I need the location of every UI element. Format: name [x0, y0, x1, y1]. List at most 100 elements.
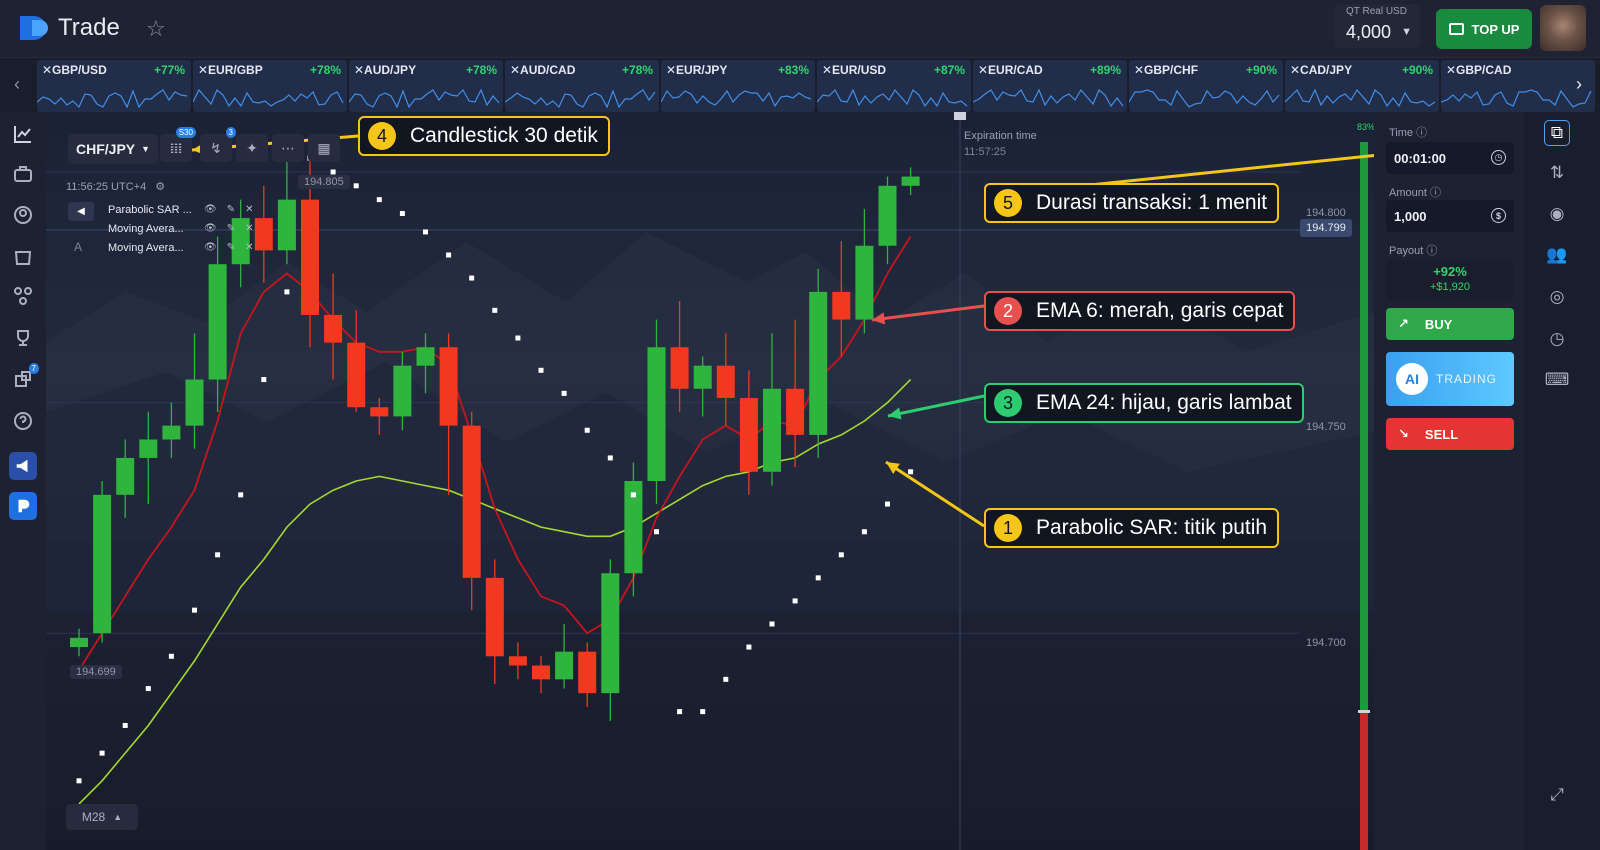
favorite-star-icon[interactable]: ☆: [146, 16, 166, 42]
candle: [855, 208, 874, 334]
asset-tile[interactable]: ✕EUR/USD +87%: [817, 60, 971, 112]
info-icon[interactable]: ⓘ: [1426, 245, 1437, 257]
left-sidebar: 7: [0, 112, 46, 850]
eye-icon[interactable]: 👁: [204, 242, 217, 253]
shop-icon[interactable]: [11, 244, 35, 268]
gear-icon[interactable]: ⚙: [155, 181, 165, 193]
candlestick-type-button[interactable]: 𝍖 S30: [160, 127, 196, 162]
sar-dot: [908, 469, 914, 475]
buy-button[interactable]: ↗ BUY: [1386, 308, 1514, 340]
asset-tile[interactable]: ✕GBP/USD +77%: [37, 60, 191, 112]
remove-icon[interactable]: ✕: [245, 223, 253, 234]
sell-label: SELL: [1424, 426, 1459, 442]
annotation-number: 3: [994, 389, 1022, 417]
payout-label: Payout ⓘ: [1389, 242, 1437, 258]
asset-name: ✕EUR/USD: [822, 63, 887, 77]
sar-dot: [446, 252, 452, 258]
megaphone-icon[interactable]: [9, 452, 37, 480]
asset-name: ✕AUD/CAD: [510, 63, 576, 77]
pair-selector[interactable]: CHF/JPY ▼: [68, 134, 159, 164]
asset-tile[interactable]: ✕AUD/CAD +78%: [505, 60, 659, 112]
edit-icon[interactable]: ✎: [227, 223, 235, 234]
expiration-info: Expiration time 11:57:25: [964, 130, 1037, 158]
annotation-text: EMA 24: hijau, garis lambat: [1036, 391, 1292, 414]
profile-icon[interactable]: [11, 203, 35, 227]
annotation-ema24: 3 EMA 24: hijau, garis lambat: [984, 383, 1304, 423]
timeframe-selector[interactable]: M28 ▲: [66, 804, 138, 830]
amount-input[interactable]: 1,000 $: [1386, 200, 1514, 232]
top-up-button[interactable]: TOP UP: [1436, 9, 1532, 49]
payout-display: +92% +$1,920: [1386, 260, 1514, 300]
time-input[interactable]: 00:01:00 ◷: [1386, 142, 1514, 174]
account-balance: 4,000: [1346, 22, 1392, 42]
asset-tile[interactable]: ✕GBP/CHF +90%: [1129, 60, 1283, 112]
indicator-icon: ↯: [210, 139, 222, 156]
sar-dot: [99, 750, 105, 756]
asset-tile[interactable]: ✕EUR/JPY +83%: [661, 60, 815, 112]
avatar[interactable]: [1540, 5, 1586, 51]
indicator-name: Parabolic SAR ...: [108, 203, 192, 216]
scroll-left-icon[interactable]: ‹: [14, 74, 20, 95]
logo[interactable]: Trade: [18, 14, 120, 42]
chart-icon[interactable]: [11, 122, 35, 146]
app-logo-icon[interactable]: [9, 492, 37, 520]
target-icon[interactable]: ◎: [1544, 284, 1570, 310]
trophy-icon[interactable]: [11, 326, 35, 350]
info-icon[interactable]: ⓘ: [1416, 127, 1427, 139]
remove-icon[interactable]: ✕: [245, 204, 253, 215]
signal-icon[interactable]: ◉: [1544, 201, 1570, 227]
arrow-down-right-icon: ↘: [1398, 426, 1409, 441]
ai-trading-button[interactable]: AI TRADING: [1386, 352, 1514, 406]
briefcase-icon[interactable]: [11, 162, 35, 186]
drawing-tools-button[interactable]: ✦: [236, 134, 268, 162]
annotation-text: Durasi transaksi: 1 menit: [1036, 191, 1268, 214]
clock-icon[interactable]: ◷: [1491, 150, 1506, 165]
eye-icon[interactable]: 👁: [204, 204, 217, 215]
trade-chart-icon[interactable]: ⧉: [1544, 120, 1570, 146]
indicator-button[interactable]: ↯ 3: [200, 127, 236, 162]
annotation-parabolic-sar: 1 Parabolic SAR: titik putih: [984, 508, 1280, 548]
asset-tile[interactable]: ✕EUR/GBP +78%: [193, 60, 347, 112]
caret-down-icon: ▼: [1401, 26, 1412, 38]
fullscreen-icon[interactable]: ⤢: [1544, 782, 1570, 808]
asset-tile[interactable]: ✕CAD/JPY +90%: [1285, 60, 1439, 112]
info-icon[interactable]: ⓘ: [1430, 187, 1441, 199]
keyboard-icon[interactable]: ⌨: [1544, 367, 1570, 393]
ai-label: AI: [1396, 363, 1428, 395]
layout-button[interactable]: ▦: [308, 134, 340, 162]
sar-dot: [654, 529, 659, 535]
asset-tile[interactable]: ✕GBP/CAD: [1441, 60, 1595, 112]
remove-icon[interactable]: ✕: [245, 242, 253, 253]
sar-dot: [515, 335, 521, 341]
more-button[interactable]: ⋯: [272, 134, 304, 162]
asset-name: ✕GBP/CAD: [1446, 63, 1512, 77]
edit-icon[interactable]: ✎: [227, 204, 235, 215]
sar-dot: [492, 307, 498, 313]
edit-icon[interactable]: ✎: [227, 242, 235, 253]
asset-payout: +87%: [933, 63, 965, 77]
drawing-icon: ✦: [246, 139, 258, 156]
swap-arrows-icon[interactable]: ⇅: [1544, 160, 1570, 186]
price-level: 194.750: [1306, 421, 1346, 433]
current-price: 194.799: [1300, 219, 1352, 237]
asset-strip: ‹ ✕GBP/USD +77% ✕EUR/GBP +78% ✕AUD/JPY +78% ✕A…: [0, 58, 1600, 112]
help-icon[interactable]: [11, 409, 35, 433]
users-icon[interactable]: 👥: [1544, 242, 1570, 268]
asset-tile[interactable]: ✕AUD/JPY +78%: [349, 60, 503, 112]
annotation-number: 2: [994, 297, 1022, 325]
dollar-icon[interactable]: $: [1491, 208, 1506, 223]
eye-icon[interactable]: 👁: [204, 223, 217, 234]
network-icon[interactable]: [11, 284, 35, 308]
account-selector[interactable]: QT Real USD 4,000 ▼: [1334, 4, 1420, 48]
indicator-panel: ◀ Parabolic SAR ... 👁 ✎ ✕ Moving Avera... …: [64, 200, 264, 257]
sar-dot: [238, 492, 244, 498]
brand-name: Trade: [58, 14, 120, 41]
sell-button[interactable]: ↘ SELL: [1386, 418, 1514, 450]
server-clock: 11:56:25 UTC+4 ⚙: [66, 180, 165, 193]
sar-dot: [584, 427, 590, 433]
asset-tile[interactable]: ✕EUR/CAD +89%: [973, 60, 1127, 112]
puzzle-icon[interactable]: 7: [11, 363, 39, 391]
history-icon[interactable]: ◷: [1544, 326, 1570, 352]
scroll-right-icon[interactable]: ›: [1576, 74, 1582, 95]
asset-sparkline: [37, 89, 188, 109]
